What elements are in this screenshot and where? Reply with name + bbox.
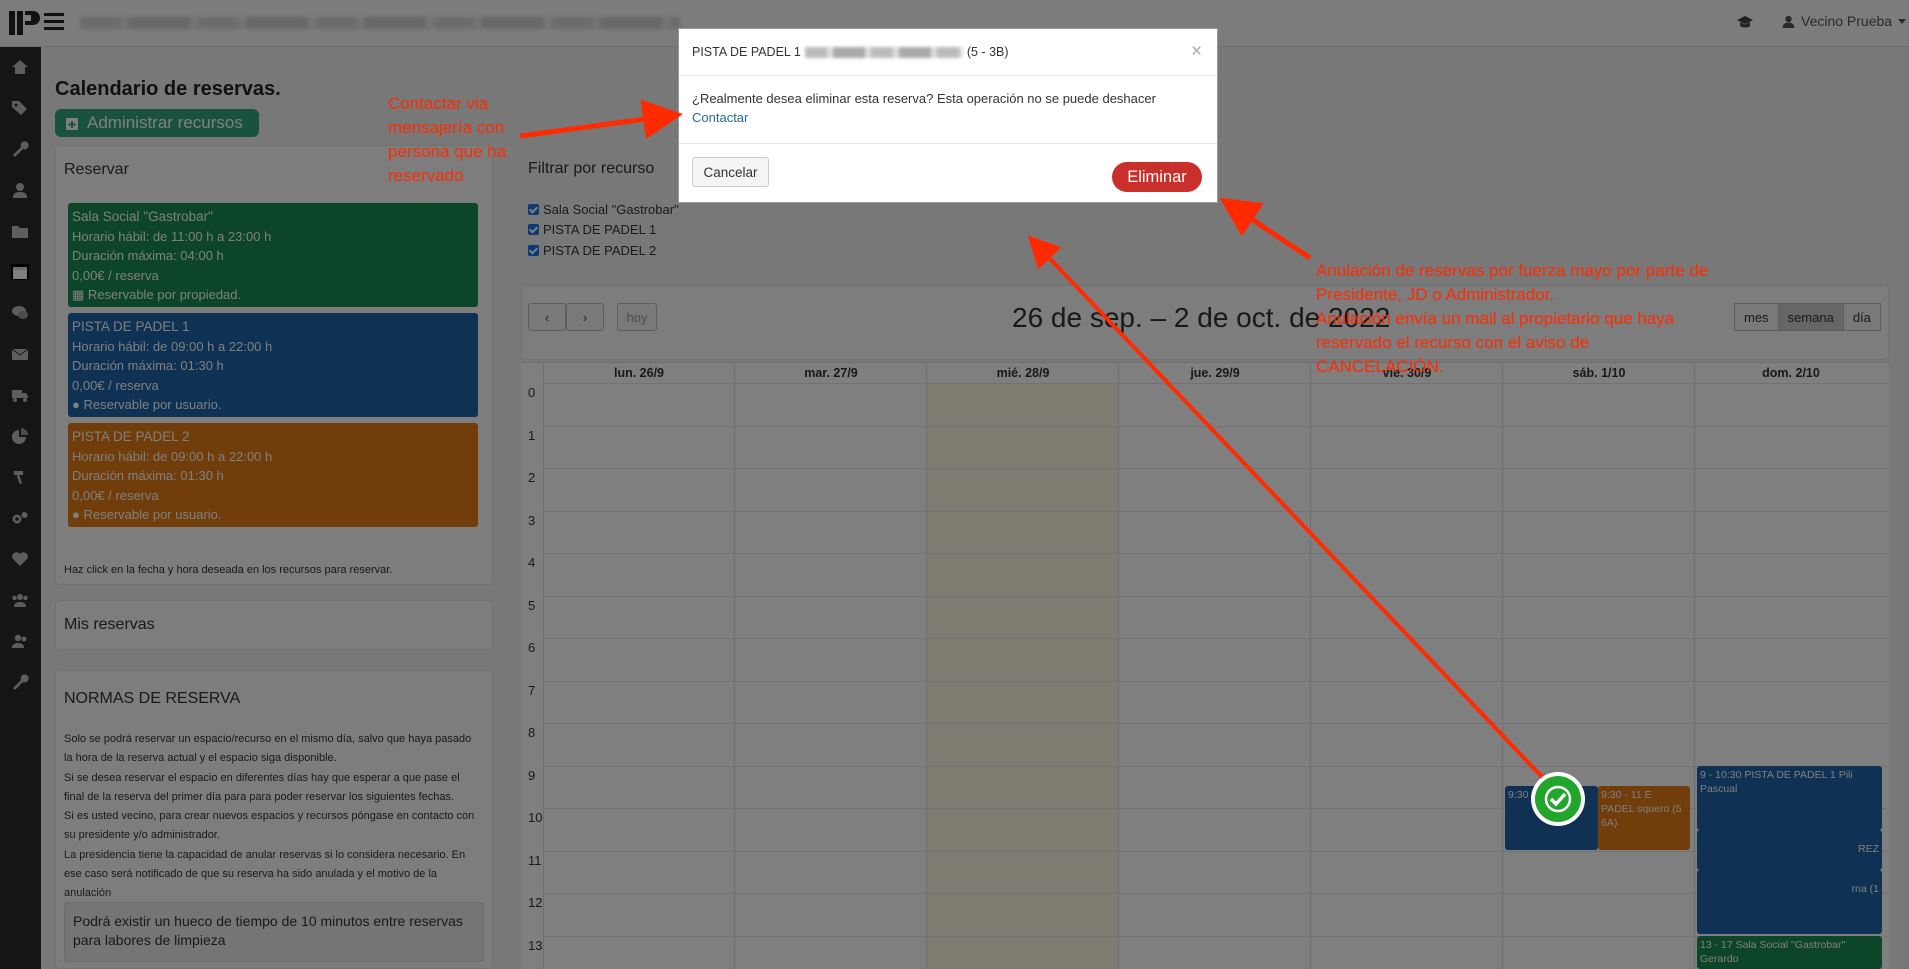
cancel-button[interactable]: Cancelar (692, 157, 769, 187)
modal-title: PISTA DE PADEL 1 (5 - 3B) (692, 45, 1009, 59)
delete-reservation-modal: PISTA DE PADEL 1 (5 - 3B) × ¿Realmente d… (678, 28, 1218, 203)
modal-title-unit: (5 - 3B) (966, 45, 1009, 59)
blurred-owner-name (804, 46, 963, 58)
delete-button[interactable]: Eliminar (1112, 162, 1202, 192)
annotation-line: Contactar via (388, 94, 489, 113)
divider (679, 75, 1217, 76)
annotation-line: mensajería con (388, 118, 505, 137)
modal-message: ¿Realmente desea eliminar esta reserva? … (692, 91, 1156, 106)
contact-link[interactable]: Contactar (692, 110, 748, 125)
modal-title-resource: PISTA DE PADEL 1 (692, 45, 801, 59)
annotation-contact: Contactar via mensajería con persona que… (388, 92, 506, 188)
annotation-line: Presidente, JD o Administrador. (1316, 285, 1555, 304)
annotation-line: reservado el recurso con el aviso de (1316, 333, 1590, 352)
annotation-line: reservado (388, 166, 464, 185)
divider (679, 143, 1217, 144)
annotation-line: CANCELACIÓN. (1316, 357, 1444, 376)
annotation-line: Anulación de reservas por fuerza mayo po… (1316, 261, 1709, 280)
close-icon[interactable]: × (1191, 41, 1202, 63)
annotation-cancel: Anulación de reservas por fuerza mayo po… (1316, 259, 1708, 379)
annotation-line: persona que ha (388, 142, 507, 161)
annotation-line: Anulación envía un mail al propietario q… (1316, 309, 1675, 328)
check-circle-icon (1531, 772, 1585, 826)
